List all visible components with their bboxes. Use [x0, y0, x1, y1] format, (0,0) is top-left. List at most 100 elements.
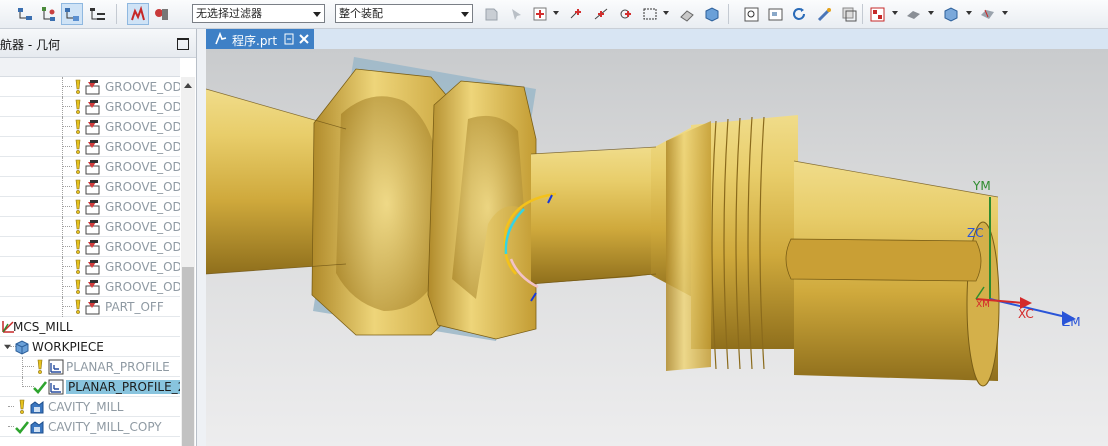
chevron-down-icon[interactable] — [553, 11, 559, 15]
planar-profile-icon — [48, 359, 64, 375]
method-view-icon[interactable] — [86, 3, 108, 25]
tree-node-label: GROOVE_OD — [105, 160, 180, 174]
zoom-icon[interactable] — [764, 3, 786, 25]
snap-point-icon[interactable] — [529, 3, 551, 25]
document-tab[interactable]: 程序.prt — [206, 29, 314, 49]
tree-row[interactable]: GROOVE_OD — [0, 217, 180, 237]
snap-intersection-icon[interactable] — [615, 3, 637, 25]
tree-row[interactable]: GROOVE_OD — [0, 77, 180, 97]
tree-row[interactable]: MCS_MILL — [0, 317, 180, 337]
selection-filter-value: 无选择过滤器 — [196, 7, 262, 20]
xc-axis-label: XC — [1018, 307, 1034, 321]
toolbar-separator — [728, 4, 729, 24]
tree-connector — [62, 277, 63, 297]
tree-row[interactable]: GROOVE_OD — [0, 237, 180, 257]
render-style-icon[interactable] — [902, 3, 924, 25]
tree-row[interactable]: GROOVE_OD — [0, 277, 180, 297]
geometry-tree: GROOVE_OD GROOVE_OD GROOVE_OD GROOVE_OD GROO… — [0, 77, 180, 446]
pan-icon[interactable] — [813, 3, 835, 25]
document-tab-label: 程序.prt — [232, 34, 278, 48]
ym-axis-label: YM — [972, 179, 991, 193]
warning-status-icon — [19, 399, 25, 414]
tree-node-label: CAVITY_MILL_COPY — [48, 420, 162, 434]
tree-node-label: CAVITY_MILL — [48, 400, 124, 414]
graphics-viewport[interactable]: YM ZC XC ZM XM — [206, 49, 1108, 446]
selection-scope-select[interactable]: 整个装配 — [335, 4, 473, 23]
tree-connector — [62, 217, 63, 237]
tree-node-label: GROOVE_OD — [105, 220, 180, 234]
tree-row[interactable]: GROOVE_OD — [0, 137, 180, 157]
tree-row[interactable]: WORKPIECE — [0, 337, 180, 357]
tree-node-label: GROOVE_OD — [105, 200, 180, 214]
pointer-icon[interactable] — [505, 3, 527, 25]
snap-end-point-icon[interactable] — [565, 3, 587, 25]
groove-operation-icon — [85, 240, 100, 255]
navigator-title: 航器 - 几何 — [0, 38, 60, 52]
solid-body-icon[interactable] — [700, 3, 722, 25]
eraser-icon[interactable] — [676, 3, 698, 25]
groove-operation-icon — [85, 100, 100, 115]
workpiece-icon — [15, 340, 29, 355]
tree-view-icon[interactable] — [14, 3, 36, 25]
scrollbar-thumb[interactable] — [182, 267, 194, 446]
tree-node-label: PART_OFF — [105, 300, 164, 314]
groove-operation-icon — [85, 80, 100, 95]
close-icon[interactable] — [299, 34, 309, 44]
tree-row[interactable]: GROOVE_OD — [0, 117, 180, 137]
chevron-down-icon[interactable] — [663, 11, 669, 15]
tree-connector — [62, 157, 63, 177]
zc-axis-label: ZC — [967, 226, 984, 240]
chevron-down-icon[interactable] — [1002, 11, 1008, 15]
chevron-down-icon[interactable] — [892, 11, 898, 15]
perspective-icon[interactable] — [838, 3, 860, 25]
selection-filter-select[interactable]: 无选择过滤器 — [192, 4, 325, 23]
tree-connector — [62, 77, 63, 97]
fit-view-icon[interactable] — [740, 3, 762, 25]
toolbar-separator — [116, 4, 117, 24]
tree-node-label: GROOVE_OD — [105, 180, 180, 194]
rotate-icon[interactable] — [788, 3, 810, 25]
complete-status-icon — [15, 421, 30, 434]
navigator-column-header — [0, 58, 180, 77]
tree-node-label: GROOVE_OD — [105, 80, 180, 94]
maximize-icon[interactable] — [177, 38, 189, 50]
chevron-down-icon — [313, 12, 321, 17]
tree-row[interactable]: GROOVE_OD — [0, 177, 180, 197]
create-tool-icon[interactable] — [150, 3, 172, 25]
tree-row[interactable]: PLANAR_PROFILE_2 — [0, 377, 180, 397]
chevron-down-icon[interactable] — [928, 11, 934, 15]
collapse-icon[interactable] — [4, 343, 11, 350]
box-select-icon[interactable] — [639, 3, 661, 25]
tree-connector — [62, 137, 63, 157]
tree-row[interactable]: CAVITY_MILL — [0, 397, 180, 417]
tree-node-label: PLANAR_PROFILE — [66, 360, 170, 374]
tree-connector — [62, 177, 63, 197]
machine-view-icon[interactable] — [37, 3, 59, 25]
create-program-icon[interactable] — [127, 3, 149, 25]
tree-row[interactable]: PART_OFF — [0, 297, 180, 317]
tree-row[interactable]: GROOVE_OD — [0, 257, 180, 277]
groove-operation-icon — [85, 280, 100, 295]
tree-row[interactable]: PLANAR_PROFILE — [0, 357, 180, 377]
tree-connector — [62, 117, 63, 137]
general-selection-icon[interactable] — [480, 3, 502, 25]
groove-operation-icon — [85, 160, 100, 175]
toolbar-separator — [862, 4, 863, 24]
tree-row[interactable]: CAVITY_MILL_COPY — [0, 417, 180, 437]
layout-icon[interactable] — [866, 3, 888, 25]
orient-view-icon[interactable] — [939, 3, 961, 25]
scroll-up-icon[interactable] — [184, 83, 192, 88]
chevron-down-icon — [461, 12, 469, 17]
geometry-view-icon[interactable] — [61, 3, 83, 25]
tree-connector — [22, 357, 23, 377]
tree-row[interactable]: GROOVE_OD — [0, 97, 180, 117]
cavity-mill-icon — [30, 401, 44, 414]
section-view-icon[interactable] — [976, 3, 998, 25]
snap-mid-point-icon[interactable] — [590, 3, 612, 25]
chevron-down-icon[interactable] — [966, 11, 972, 15]
tree-row[interactable]: GROOVE_OD — [0, 197, 180, 217]
tree-row[interactable]: GROOVE_OD — [0, 157, 180, 177]
shaft-middle — [531, 147, 656, 284]
tree-node-label: GROOVE_OD — [105, 100, 180, 114]
groove-operation-icon — [85, 180, 100, 195]
